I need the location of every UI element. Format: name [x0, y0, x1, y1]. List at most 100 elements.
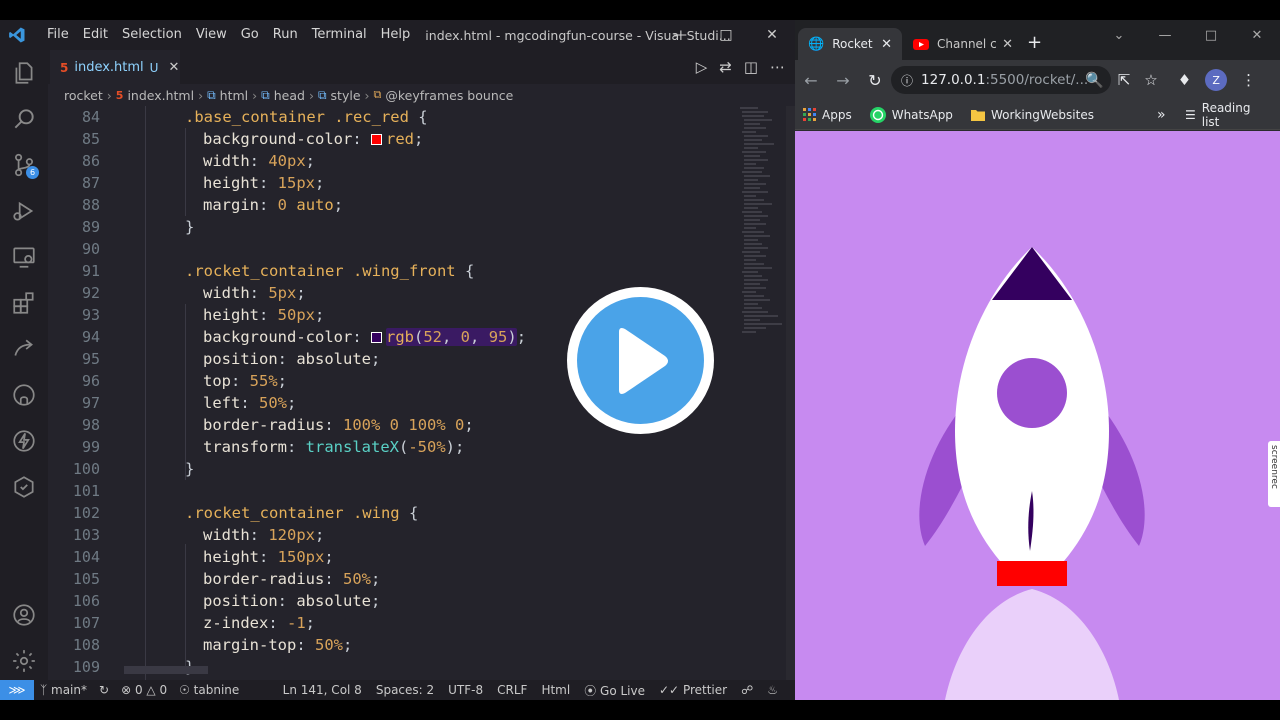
- prettier-button[interactable]: ✓✓ Prettier: [652, 683, 734, 697]
- split-editor-icon[interactable]: ◫: [744, 58, 758, 76]
- menu-view[interactable]: View: [189, 20, 234, 50]
- tabnine-indicator[interactable]: ☉ tabnine: [173, 683, 245, 697]
- code-line: 86 width: 40px;: [48, 150, 738, 172]
- profile-avatar[interactable]: Z: [1205, 69, 1228, 91]
- source-control-icon[interactable]: 6: [0, 142, 48, 188]
- screenrec-tab[interactable]: screenrec: [1268, 441, 1280, 507]
- search-icon[interactable]: [0, 96, 48, 142]
- go-live-label: Go Live: [600, 683, 645, 698]
- breadcrumb-style[interactable]: style: [331, 88, 361, 103]
- tab-close-icon[interactable]: ✕: [881, 37, 892, 52]
- run-icon[interactable]: ▷: [696, 58, 708, 76]
- address-path: :5500/rocket/...: [985, 72, 1089, 88]
- bookmarks-overflow-icon[interactable]: »: [1157, 107, 1166, 123]
- html5-file-icon: 5: [60, 60, 69, 75]
- chevron-right-icon: ›: [252, 87, 258, 103]
- menu-run[interactable]: Run: [266, 20, 305, 50]
- tab-close-icon[interactable]: ✕: [168, 60, 179, 75]
- warning-count: 0: [159, 683, 168, 697]
- bookmark-workingwebsites[interactable]: WorkingWebsites: [970, 108, 1094, 122]
- code-line: 90: [48, 238, 738, 260]
- github-icon[interactable]: [0, 372, 48, 418]
- end-of-line[interactable]: CRLF: [490, 683, 534, 697]
- settings-gear-icon[interactable]: [0, 638, 48, 684]
- menu-edit[interactable]: Edit: [76, 20, 115, 50]
- reload-icon[interactable]: ↻: [859, 71, 891, 90]
- close-icon[interactable]: ✕: [1234, 20, 1280, 50]
- forward-arrow-icon[interactable]: →: [827, 71, 859, 90]
- language-mode[interactable]: Html: [534, 683, 577, 697]
- problems-indicator[interactable]: ⊗ 0 △ 0: [115, 683, 173, 697]
- address-bar[interactable]: ⓘ 127.0.0.1:5500/rocket/...: [891, 66, 1111, 94]
- back-arrow-icon[interactable]: ←: [795, 71, 827, 90]
- editor-actions: ▷ ⇄ ◫ ⋯: [696, 50, 785, 84]
- feedback-icon[interactable]: ☍: [734, 683, 760, 697]
- new-tab-icon[interactable]: +: [1027, 32, 1042, 53]
- menu-selection[interactable]: Selection: [115, 20, 189, 50]
- reading-list-button[interactable]: ☰ Reading list: [1185, 101, 1270, 129]
- menu-help[interactable]: Help: [374, 20, 418, 50]
- code-line: 105 border-radius: 50%;: [48, 568, 738, 590]
- video-play-button[interactable]: [567, 287, 714, 434]
- testing-icon[interactable]: [0, 464, 48, 510]
- minimap[interactable]: [738, 106, 786, 406]
- line-number: 102: [72, 504, 100, 522]
- extensions-puzzle-icon[interactable]: ♦: [1178, 71, 1191, 89]
- menu-go[interactable]: Go: [234, 20, 266, 50]
- tab-close-icon[interactable]: ✕: [1002, 37, 1013, 52]
- color-swatch[interactable]: [370, 332, 382, 343]
- breadcrumb-keyframes[interactable]: @keyframes bounce: [385, 88, 513, 103]
- minimize-icon[interactable]: —: [1142, 20, 1188, 50]
- cursor-position[interactable]: Ln 141, Col 8: [276, 683, 369, 697]
- explorer-icon[interactable]: [0, 50, 48, 96]
- minimize-icon[interactable]: —: [657, 20, 703, 50]
- go-live-button[interactable]: ⦿ Go Live: [577, 682, 652, 699]
- share-icon[interactable]: ⇱: [1118, 71, 1131, 89]
- bookmark-whatsapp[interactable]: WhatsApp: [869, 106, 953, 123]
- site-info-icon[interactable]: ⓘ: [901, 72, 913, 89]
- browser-tab-channel[interactable]: Channel c ✕: [903, 28, 1023, 60]
- editor-scrollbar[interactable]: [786, 106, 795, 680]
- breadcrumb: rocket › 5 index.html › ⧉ html › ⧉ head …: [48, 84, 795, 106]
- breadcrumb-html[interactable]: html: [220, 88, 248, 103]
- line-number: 93: [81, 306, 100, 324]
- breadcrumb-file[interactable]: index.html: [127, 88, 194, 103]
- status-right: Ln 141, Col 8 Spaces: 2 UTF-8 CRLF Html …: [276, 680, 785, 700]
- menu-kebab-icon[interactable]: ⋮: [1241, 71, 1256, 89]
- breadcrumb-head[interactable]: head: [274, 88, 305, 103]
- more-actions-icon[interactable]: ⋯: [770, 58, 785, 76]
- bookmark-apps[interactable]: Apps: [803, 108, 852, 122]
- notifications-bell-icon[interactable]: ♨: [760, 683, 785, 697]
- whatsapp-icon: [869, 106, 886, 123]
- branch-indicator[interactable]: ᛉ main*: [34, 683, 93, 697]
- maximize-icon[interactable]: □: [703, 20, 749, 50]
- window-controls: — □ ✕: [657, 20, 795, 50]
- code-line: 108 margin-top: 50%;: [48, 634, 738, 656]
- thunder-client-icon[interactable]: [0, 418, 48, 464]
- remote-indicator-icon[interactable]: ⋙: [0, 680, 34, 700]
- accounts-icon[interactable]: [0, 592, 48, 638]
- live-share-icon[interactable]: [0, 326, 48, 372]
- run-debug-icon[interactable]: [0, 188, 48, 234]
- tab-index-html[interactable]: 5 index.html U ✕: [50, 50, 180, 84]
- maximize-icon[interactable]: □: [1188, 20, 1234, 50]
- close-icon[interactable]: ✕: [749, 20, 795, 50]
- code-line: 87 height: 15px;: [48, 172, 738, 194]
- remote-explorer-icon[interactable]: [0, 234, 48, 280]
- horizontal-scrollbar[interactable]: [124, 666, 208, 674]
- extensions-icon[interactable]: [0, 280, 48, 326]
- encoding[interactable]: UTF-8: [441, 683, 490, 697]
- indentation[interactable]: Spaces: 2: [369, 683, 441, 697]
- color-swatch[interactable]: [370, 134, 382, 145]
- browser-tab-rocket[interactable]: 🌐 Rocket ✕: [798, 28, 902, 60]
- tab-search-icon[interactable]: ⌄: [1096, 20, 1142, 50]
- menu-file[interactable]: File: [40, 20, 76, 50]
- line-number: 103: [72, 526, 100, 544]
- code-line: 107 z-index: -1;: [48, 612, 738, 634]
- menu-terminal[interactable]: Terminal: [305, 20, 374, 50]
- sync-icon[interactable]: ↻: [93, 683, 115, 697]
- zoom-icon[interactable]: 🔍: [1085, 71, 1104, 89]
- compare-changes-icon[interactable]: ⇄: [719, 58, 732, 76]
- bookmark-star-icon[interactable]: ☆: [1144, 71, 1157, 89]
- breadcrumb-folder[interactable]: rocket: [64, 88, 103, 103]
